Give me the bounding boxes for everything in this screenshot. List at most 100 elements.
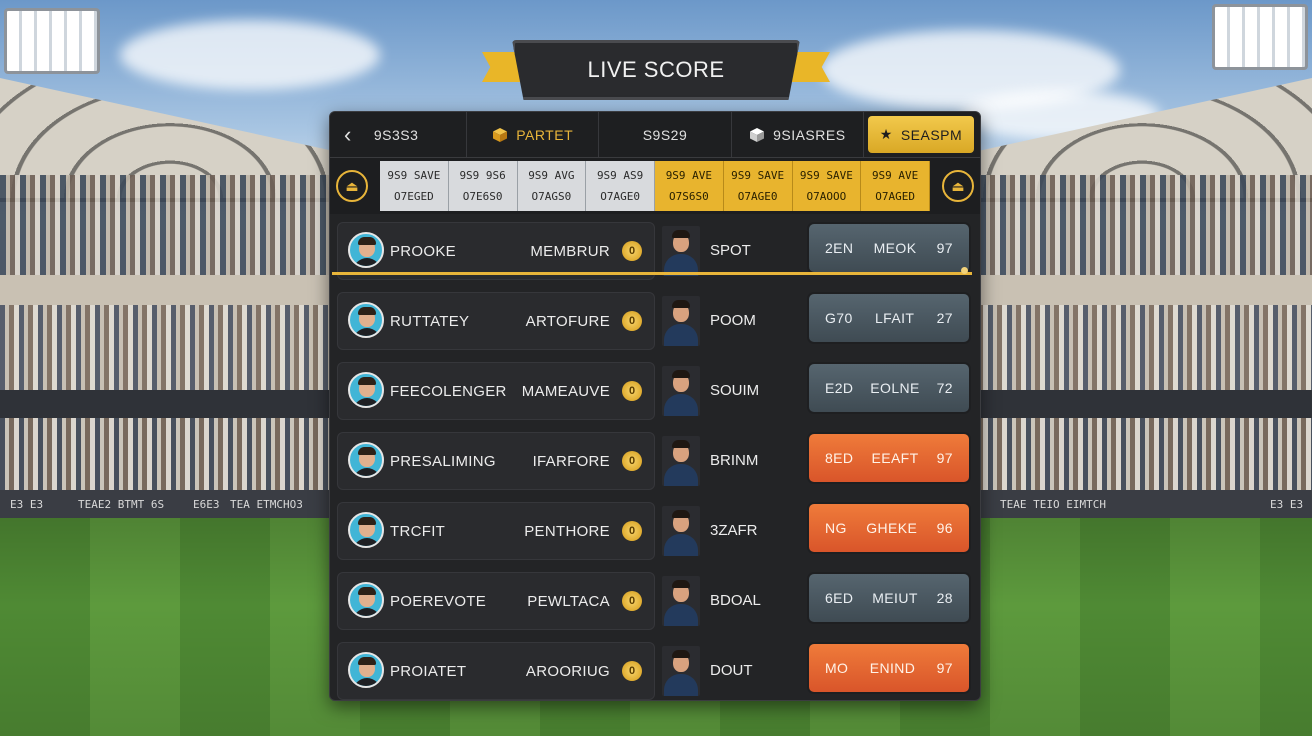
scroll-left-button[interactable]: ⏏	[336, 170, 368, 202]
score-a: 2EN	[825, 240, 854, 256]
opponent-portrait	[662, 506, 700, 556]
tab-partet[interactable]: PARTET	[467, 112, 600, 157]
tab-9siasres[interactable]: 9SIASRES	[732, 112, 864, 157]
tab-back[interactable]: ‹ 9S3S3	[330, 112, 467, 157]
score-b: EEAFT	[871, 450, 919, 466]
score-pill[interactable]: 2EN MEOK 97	[807, 222, 971, 274]
stat-column[interactable]: 9S9 SAVE O7AGE0	[723, 161, 793, 211]
player-name: PRESALIMING	[390, 453, 496, 470]
stat-column[interactable]: 9S9 AS9 O7AGE0	[586, 161, 655, 211]
avatar	[348, 302, 384, 338]
opponent-cell[interactable]: SPOT	[660, 222, 804, 278]
player-name: FEECOLENGER	[390, 383, 507, 400]
tab-label: 9SIASRES	[773, 126, 846, 143]
player-row[interactable]: PROOKE MEMBRUR 0 SPOT 2EN MEOK 97	[330, 218, 980, 288]
score-pill[interactable]: 8ED EEAFT 97	[807, 432, 971, 484]
board-text: E6E3	[193, 498, 220, 511]
stat-column[interactable]: 9S9 AVG O7AGS0	[517, 161, 587, 211]
opponent-cell[interactable]: 3ZAFR	[660, 502, 804, 558]
score-c: 97	[936, 240, 953, 256]
player-row[interactable]: RUTTATEY ARTOFURE 0 POOM G70 LFAIT 27	[330, 288, 980, 358]
opponent-portrait	[662, 366, 700, 416]
stat-column-top: 9S9 AVE	[871, 169, 919, 182]
tab-label: PARTET	[516, 126, 574, 143]
score-pill[interactable]: MO ENIND 97	[807, 642, 971, 694]
opponent-portrait	[662, 296, 700, 346]
stat-column-top: 9S9 9S6	[459, 169, 506, 182]
stat-column-bottom: O7S6S0	[669, 190, 709, 203]
player-row[interactable]: PRESALIMING IFARFORE 0 BRINM 8ED EEAFT 9…	[330, 428, 980, 498]
opponent-cell[interactable]: BDOAL	[660, 572, 804, 628]
board-text: E3 E3	[10, 498, 44, 511]
tab-bar: ‹ 9S3S3 PARTET S9S29 9SIASRES ★ SEASPM	[330, 112, 980, 158]
player-card[interactable]: TRCFIT PENTHORE 0	[337, 502, 655, 560]
back-chevron-icon[interactable]: ‹	[344, 122, 352, 148]
floodlight-right	[1212, 4, 1308, 70]
opponent-cell[interactable]: BRINM	[660, 432, 804, 488]
stat-column-top: 9S9 AS9	[596, 169, 644, 182]
coin-icon: 0	[622, 451, 642, 471]
score-a: 6ED	[825, 590, 854, 606]
stat-column-bottom: O7AGS0	[531, 190, 572, 203]
player-team: PEWLTACA	[527, 593, 610, 610]
opponent-cell[interactable]: DOUT	[660, 642, 804, 698]
cube-icon	[493, 127, 508, 142]
scroll-right-button[interactable]: ⏏	[942, 170, 974, 202]
player-team: MAMEAUVE	[521, 383, 610, 400]
stat-column[interactable]: 9S9 9S6 O7E6S0	[448, 161, 518, 211]
avatar	[348, 582, 384, 618]
avatar	[348, 232, 384, 268]
opponent-name: DOUT	[710, 662, 753, 679]
stat-column[interactable]: 9S9 SAVE O7EGED	[380, 161, 449, 211]
player-row[interactable]: FEECOLENGER MAMEAUVE 0 SOUIM E2D EOLNE 7…	[330, 358, 980, 428]
stat-column[interactable]: 9S9 AVE O7S6S0	[655, 161, 724, 211]
score-c: 97	[936, 450, 953, 466]
stat-column-bottom: O7AOOO	[806, 190, 847, 203]
player-card[interactable]: RUTTATEY ARTOFURE 0	[337, 292, 655, 350]
opponent-name: BRINM	[710, 452, 759, 469]
stat-column[interactable]: 9S9 AVE O7AGED	[861, 161, 930, 211]
score-c: 28	[936, 590, 953, 606]
player-card[interactable]: PROIATET AROORIUG 0	[337, 642, 655, 700]
score-b: EOLNE	[870, 380, 920, 396]
tab-label: 9S3S3	[373, 126, 419, 143]
stats-header: ⏏ 9S9 SAVE O7EGED 9S9 9S6 O7E6S0 9S9 AVG O7AG…	[330, 158, 980, 214]
board-text: TEAE2 BTMT 6S	[78, 498, 165, 511]
score-a: E2D	[825, 380, 854, 396]
opponent-cell[interactable]: POOM	[660, 292, 804, 348]
score-pill[interactable]: 6ED MEIUT 28	[807, 572, 971, 624]
stat-column-bottom: O7E6S0	[462, 190, 503, 203]
score-pill[interactable]: NG GHEKE 96	[807, 502, 971, 554]
stat-column[interactable]: 9S9 SAVE O7AOOO	[792, 161, 862, 211]
coin-icon: 0	[622, 311, 642, 331]
tab-s9s29[interactable]: S9S29	[599, 112, 732, 157]
score-pill[interactable]: E2D EOLNE 72	[807, 362, 971, 414]
score-b: MEIUT	[872, 590, 918, 606]
bowl-icon: ⏏	[345, 177, 359, 194]
selection-dot	[961, 267, 968, 274]
player-card[interactable]: POEREVOTE PEWLTACA 0	[337, 572, 655, 630]
score-pill[interactable]: G70 LFAIT 27	[807, 292, 971, 344]
score-b: ENIND	[869, 660, 916, 676]
avatar	[348, 652, 384, 688]
tab-label: SEASPM	[900, 126, 963, 143]
score-a: G70	[825, 310, 853, 326]
scoreboard-panel: ‹ 9S3S3 PARTET S9S29 9SIASRES ★ SEASPM ⏏…	[329, 111, 981, 701]
opponent-cell[interactable]: SOUIM	[660, 362, 804, 418]
score-a: NG	[825, 520, 847, 536]
page-title: LIVE SCORE	[512, 40, 800, 100]
player-row[interactable]: TRCFIT PENTHORE 0 3ZAFR NG GHEKE 96	[330, 498, 980, 568]
player-team: ARTOFURE	[525, 313, 610, 330]
tab-seaspm[interactable]: ★ SEASPM	[867, 116, 974, 153]
coin-icon: 0	[622, 241, 642, 261]
player-card[interactable]: PRESALIMING IFARFORE 0	[337, 432, 655, 490]
stat-column-top: 9S9 SAVE	[731, 169, 785, 182]
player-row[interactable]: PROIATET AROORIUG 0 DOUT MO ENIND 97	[330, 638, 980, 700]
coin-icon: 0	[622, 661, 642, 681]
player-row[interactable]: POEREVOTE PEWLTACA 0 BDOAL 6ED MEIUT 28	[330, 568, 980, 638]
player-team: AROORIUG	[525, 663, 610, 680]
player-name: TRCFIT	[390, 523, 446, 540]
player-card[interactable]: FEECOLENGER MAMEAUVE 0	[337, 362, 655, 420]
score-b: GHEKE	[866, 520, 918, 536]
opponent-portrait	[662, 576, 700, 626]
